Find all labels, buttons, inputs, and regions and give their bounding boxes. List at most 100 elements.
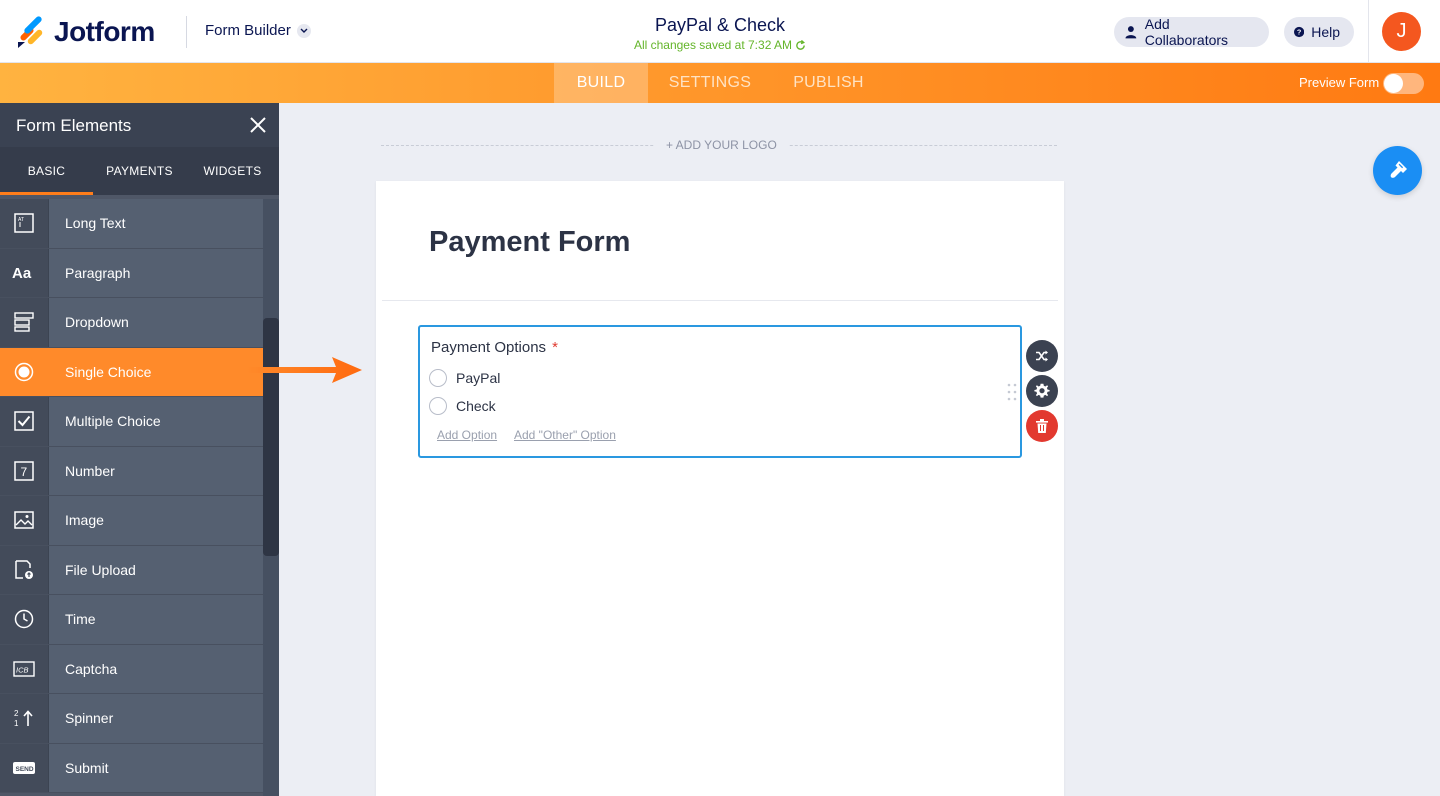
element-label: Dropdown bbox=[65, 314, 129, 331]
clock-icon bbox=[0, 595, 49, 644]
drag-handle-icon[interactable] bbox=[1006, 382, 1018, 402]
preview-form-label: Preview Form bbox=[1299, 75, 1380, 90]
paint-brush-icon bbox=[1390, 160, 1407, 178]
required-mark: * bbox=[552, 339, 558, 356]
help-button[interactable]: ? Help bbox=[1284, 17, 1354, 47]
top-header: Jotform Form Builder PayPal & Check All … bbox=[0, 0, 1440, 63]
form-designer-button[interactable] bbox=[1373, 146, 1422, 195]
form-title-block: PayPal & Check All changes saved at 7:32… bbox=[520, 15, 920, 54]
element-label: Multiple Choice bbox=[65, 413, 161, 430]
element-label: Image bbox=[65, 512, 104, 529]
saved-status-text: All changes saved at 7:32 AM bbox=[633, 38, 793, 52]
element-label: Captcha bbox=[65, 660, 118, 677]
svg-text:Aa: Aa bbox=[12, 265, 32, 281]
element-label: Spinner bbox=[65, 710, 114, 727]
element-label: Time bbox=[65, 611, 96, 628]
panel-title: Form Elements bbox=[16, 116, 132, 135]
properties-button[interactable] bbox=[1026, 375, 1058, 407]
tab-build[interactable]: BUILD bbox=[554, 63, 648, 103]
arrow-right-icon bbox=[246, 357, 362, 383]
element-time[interactable]: Time bbox=[0, 595, 263, 645]
tab-basic[interactable]: BASIC bbox=[0, 147, 93, 195]
element-image[interactable]: Image bbox=[0, 496, 263, 546]
header-right-divider bbox=[1368, 0, 1369, 63]
help-label: Help bbox=[1311, 24, 1340, 40]
svg-text:AT: AT bbox=[18, 217, 24, 223]
svg-text:SEND: SEND bbox=[16, 766, 34, 773]
element-list: AT Long Text Aa Paragraph Dropdown Singl… bbox=[0, 199, 263, 793]
delete-button[interactable] bbox=[1026, 410, 1058, 442]
svg-text:ICB: ICB bbox=[16, 665, 29, 674]
element-label: Number bbox=[65, 462, 115, 479]
shuffle-icon bbox=[1036, 350, 1048, 362]
file-upload-icon bbox=[0, 545, 49, 594]
form-title[interactable]: PayPal & Check bbox=[520, 15, 920, 36]
builder-nav: BUILD SETTINGS PUBLISH Preview Form bbox=[0, 63, 1440, 103]
element-label: Single Choice bbox=[65, 363, 152, 380]
element-number[interactable]: 7 Number bbox=[0, 446, 263, 496]
spinner-icon: 21 bbox=[0, 694, 49, 743]
single-choice-question[interactable]: Payment Options * PayPal Check Add Option… bbox=[418, 325, 1022, 458]
element-captcha[interactable]: ICB Captcha bbox=[0, 644, 263, 694]
element-submit[interactable]: SEND Submit bbox=[0, 743, 263, 793]
element-label: Long Text bbox=[65, 215, 126, 232]
image-icon bbox=[0, 496, 49, 545]
checkbox-icon bbox=[0, 397, 49, 446]
question-label-text: Payment Options bbox=[431, 339, 547, 356]
send-icon: SEND bbox=[0, 743, 49, 792]
jotform-logo[interactable]: Jotform bbox=[16, 16, 155, 48]
builder-label: Form Builder bbox=[205, 22, 291, 39]
panel-tabs: BASIC PAYMENTS WIDGETS bbox=[0, 147, 279, 195]
element-spinner[interactable]: 21 Spinner bbox=[0, 694, 263, 744]
element-label: Paragraph bbox=[65, 264, 131, 281]
element-long-text[interactable]: AT Long Text bbox=[0, 199, 263, 249]
form-page bbox=[376, 181, 1064, 796]
radio-button[interactable] bbox=[429, 369, 447, 387]
svg-text:1: 1 bbox=[14, 719, 19, 728]
form-heading[interactable]: Payment Form bbox=[429, 226, 630, 259]
element-file-upload[interactable]: File Upload bbox=[0, 545, 263, 595]
panel-header: Form Elements bbox=[0, 103, 279, 147]
preview-form-toggle[interactable] bbox=[1383, 73, 1424, 94]
brand-name: Jotform bbox=[54, 16, 155, 47]
radio-button[interactable] bbox=[429, 397, 447, 415]
add-logo-button[interactable]: + ADD YOUR LOGO bbox=[654, 138, 789, 152]
add-option-link[interactable]: Add Option bbox=[437, 428, 497, 442]
svg-text:?: ? bbox=[1297, 28, 1302, 37]
add-collaborators-label: Add Collaborators bbox=[1144, 16, 1229, 48]
form-elements-panel: Form Elements BASIC PAYMENTS WIDGETS AT … bbox=[0, 103, 279, 796]
add-collaborators-button[interactable]: Add Collaborators bbox=[1114, 16, 1269, 48]
tab-publish[interactable]: PUBLISH bbox=[772, 63, 885, 103]
option-label: Check bbox=[456, 398, 496, 414]
add-other-option-link[interactable]: Add "Other" Option bbox=[514, 428, 616, 442]
number-icon: 7 bbox=[0, 446, 49, 495]
dropdown-icon bbox=[0, 298, 49, 347]
tab-settings[interactable]: SETTINGS bbox=[648, 63, 772, 103]
radio-icon bbox=[0, 347, 49, 396]
header-divider bbox=[186, 16, 187, 48]
svg-text:7: 7 bbox=[21, 465, 28, 479]
trash-icon bbox=[1036, 419, 1048, 433]
tab-payments[interactable]: PAYMENTS bbox=[93, 147, 186, 195]
element-single-choice[interactable]: Single Choice bbox=[0, 347, 263, 397]
tab-widgets[interactable]: WIDGETS bbox=[186, 147, 279, 195]
element-multiple-choice[interactable]: Multiple Choice bbox=[0, 397, 263, 447]
shuffle-button[interactable] bbox=[1026, 340, 1058, 372]
form-builder-dropdown[interactable]: Form Builder bbox=[205, 22, 311, 39]
option-label: PayPal bbox=[456, 370, 501, 386]
user-avatar[interactable]: J bbox=[1382, 12, 1421, 51]
option-check[interactable]: Check bbox=[429, 397, 496, 415]
option-paypal[interactable]: PayPal bbox=[429, 369, 500, 387]
element-label: Submit bbox=[65, 759, 109, 776]
element-paragraph[interactable]: Aa Paragraph bbox=[0, 248, 263, 298]
toggle-knob bbox=[1384, 74, 1403, 93]
heading-divider bbox=[382, 300, 1058, 301]
question-label[interactable]: Payment Options * bbox=[431, 339, 558, 356]
paragraph-icon: Aa bbox=[0, 248, 49, 297]
close-icon[interactable] bbox=[247, 114, 269, 136]
gear-icon bbox=[1034, 383, 1050, 398]
user-icon bbox=[1125, 26, 1137, 39]
element-dropdown[interactable]: Dropdown bbox=[0, 298, 263, 348]
saved-status: All changes saved at 7:32 AM bbox=[634, 38, 806, 52]
refresh-icon[interactable] bbox=[795, 39, 806, 51]
